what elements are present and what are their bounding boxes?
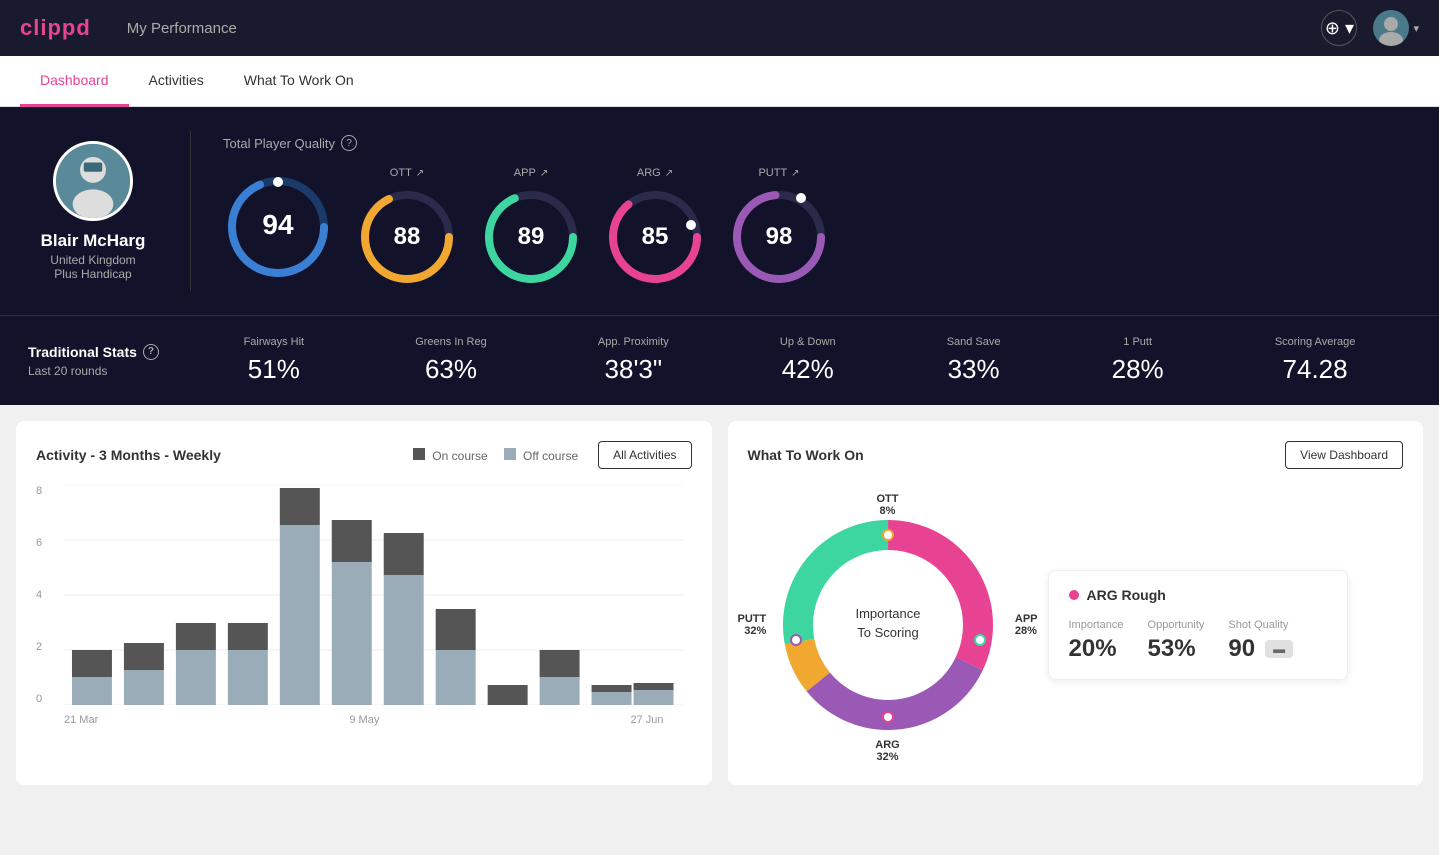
add-button[interactable]: ⊕ ▾ [1321,10,1357,46]
chart-x-labels: 21 Mar 9 May 27 Jun [44,714,684,726]
putt-segment-value: 32% [738,625,767,637]
metric-opportunity: Opportunity 53% [1148,619,1205,663]
player-name: Blair McHarg [41,231,146,251]
stat-scoring: Scoring Average 74.28 [1275,336,1356,385]
stat-sandsave: Sand Save 33% [947,336,1001,385]
arg-segment-value: 32% [875,751,899,763]
logo: clippd [20,15,91,41]
top-nav: clippd My Performance ⊕ ▾ ▾ [0,0,1439,56]
svg-text:88: 88 [394,223,421,250]
activity-panel: Activity - 3 Months - Weekly On course O… [16,421,712,785]
stats-bar: Traditional Stats ? Last 20 rounds Fairw… [0,315,1439,405]
hero-section: Blair McHarg United Kingdom Plus Handica… [0,107,1439,315]
svg-text:85: 85 [642,223,669,250]
circle-ott: OTT ↗ 88 [357,167,457,287]
quality-help-icon[interactable]: ? [341,135,357,151]
player-info: Blair McHarg United Kingdom Plus Handica… [28,141,158,281]
tab-dashboard[interactable]: Dashboard [20,56,129,107]
circle-total: 94 [223,172,333,282]
info-card-dot [1069,590,1079,600]
svg-text:Importance: Importance [855,606,920,621]
all-activities-button[interactable]: All Activities [598,441,691,469]
quality-section: Total Player Quality ? 94 OTT [223,135,1411,287]
tab-what-to-work-on[interactable]: What To Work On [224,56,374,107]
stats-subtitle: Last 20 rounds [28,364,188,378]
player-handicap: Plus Handicap [54,267,131,281]
metric-importance: Importance 20% [1069,619,1124,663]
avatar[interactable] [1373,10,1409,46]
tab-activities[interactable]: Activities [129,56,224,107]
player-country: United Kingdom [50,253,135,267]
app-trend-icon: ↗ [540,168,548,179]
circle-putt: PUTT ↗ 98 [729,167,829,287]
info-card-title: ARG Rough [1069,587,1327,603]
ott-trend-icon: ↗ [416,168,424,179]
app-segment-value: 28% [1015,625,1038,637]
putt-trend-icon: ↗ [791,168,799,179]
svg-text:To Scoring: To Scoring [857,625,918,640]
tab-bar: Dashboard Activities What To Work On [0,56,1439,107]
work-inner: Importance To Scoring OTT 8% APP 28% [748,485,1404,765]
avatar-chevron: ▾ [1413,22,1419,35]
circle-arg: ARG ↗ 85 [605,167,705,287]
nav-title: My Performance [127,20,237,37]
bottom-panels: Activity - 3 Months - Weekly On course O… [0,405,1439,801]
stat-items: Fairways Hit 51% Greens In Reg 63% App. … [188,336,1411,385]
nav-right: ⊕ ▾ ▾ [1321,10,1419,46]
work-panel-title: What To Work On [748,447,864,463]
donut-chart: Importance To Scoring [748,485,1028,765]
work-panel: What To Work On View Dashboard [728,421,1424,785]
stats-help-icon[interactable]: ? [143,344,159,360]
shot-quality-badge: ▬ [1265,640,1293,658]
stat-greens: Greens In Reg 63% [415,336,487,385]
activity-panel-header: Activity - 3 Months - Weekly On course O… [36,441,692,469]
stat-fairways: Fairways Hit 51% [244,336,305,385]
view-dashboard-button[interactable]: View Dashboard [1285,441,1403,469]
info-metrics: Importance 20% Opportunity 53% Shot Qual… [1069,619,1327,663]
info-card: ARG Rough Importance 20% Opportunity 53%… [1048,570,1348,680]
ott-label: OTT ↗ [390,167,424,179]
metric-shot-quality: Shot Quality 90 ▬ [1228,619,1293,663]
chart-legend: On course Off course [413,448,578,463]
stat-1putt: 1 Putt 28% [1112,336,1164,385]
activity-panel-title: Activity - 3 Months - Weekly [36,447,221,463]
player-avatar [53,141,133,221]
stats-title: Traditional Stats ? [28,344,188,360]
svg-text:89: 89 [518,223,545,250]
arg-segment-label: ARG [875,739,899,751]
svg-text:94: 94 [262,209,294,240]
stat-proximity: App. Proximity 38'3" [598,336,669,385]
app-label: APP ↗ [514,167,548,179]
putt-label: PUTT ↗ [758,167,799,179]
quality-circles: 94 OTT ↗ 88 [223,167,1411,287]
vertical-divider [190,131,191,291]
legend-on-course: On course [413,448,488,463]
circle-app: APP ↗ 89 [481,167,581,287]
quality-label: Total Player Quality ? [223,135,1411,151]
activity-chart-svg [44,485,684,705]
ott-segment-label: OTT [877,493,899,505]
arg-trend-icon: ↗ [665,168,673,179]
stats-label-section: Traditional Stats ? Last 20 rounds [28,344,188,378]
svg-text:98: 98 [766,223,793,250]
arg-label: ARG ↗ [637,167,673,179]
legend-off-course: Off course [504,448,578,463]
putt-segment-label: PUTT [738,613,767,625]
ott-segment-value: 8% [877,505,899,517]
app-segment-label: APP [1015,613,1038,625]
work-panel-header: What To Work On View Dashboard [748,441,1404,469]
stat-updown: Up & Down 42% [780,336,836,385]
